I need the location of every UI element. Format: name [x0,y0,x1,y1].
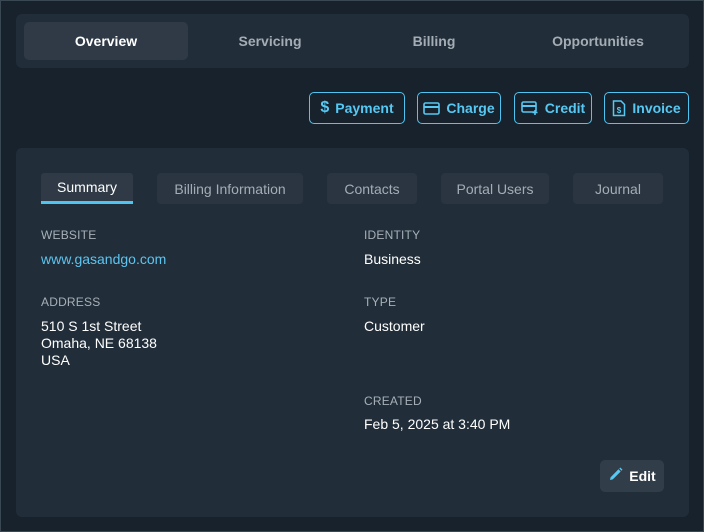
subtab-portal-users[interactable]: Portal Users [441,173,549,204]
credit-button[interactable]: Credit [514,92,592,124]
created-value: Feb 5, 2025 at 3:40 PM [364,416,511,432]
website-label: WEBSITE [41,228,97,242]
edit-button-label: Edit [629,468,656,484]
tab-billing[interactable]: Billing [352,22,516,60]
charge-button-label: Charge [446,100,495,116]
top-tab-bar: Overview Servicing Billing Opportunities [16,14,689,68]
charge-button[interactable]: Charge [417,92,501,124]
invoice-button-label: Invoice [632,100,681,116]
payment-button[interactable]: $ Payment [309,92,405,124]
app-frame: Overview Servicing Billing Opportunities… [0,0,704,532]
address-label: ADDRESS [41,295,101,309]
type-value: Customer [364,318,425,334]
payment-button-label: Payment [335,100,394,116]
tab-opportunities[interactable]: Opportunities [516,22,680,60]
invoice-button[interactable]: $ Invoice [604,92,689,124]
card-plus-icon [520,101,539,115]
tab-servicing[interactable]: Servicing [188,22,352,60]
credit-card-icon [423,101,441,115]
tab-overview[interactable]: Overview [24,22,188,60]
pencil-icon [608,467,623,485]
credit-button-label: Credit [544,100,586,116]
address-line3: USA [41,352,70,368]
dollar-icon: $ [320,99,330,116]
subtab-summary[interactable]: Summary [41,173,133,204]
identity-label: IDENTITY [364,228,421,242]
svg-text:$: $ [617,106,622,115]
address-line2: Omaha, NE 68138 [41,335,157,351]
subtab-contacts[interactable]: Contacts [327,173,417,204]
website-link[interactable]: www.gasandgo.com [41,251,166,268]
subtab-journal[interactable]: Journal [573,173,663,204]
created-label: CREATED [364,394,422,408]
type-label: TYPE [364,295,397,309]
identity-value: Business [364,251,421,267]
subtab-billing-information[interactable]: Billing Information [157,173,303,204]
edit-button[interactable]: Edit [600,460,664,492]
address-line1: 510 S 1st Street [41,318,142,334]
summary-card: Summary Billing Information Contacts Por… [16,148,689,517]
invoice-doc-icon: $ [612,99,626,117]
